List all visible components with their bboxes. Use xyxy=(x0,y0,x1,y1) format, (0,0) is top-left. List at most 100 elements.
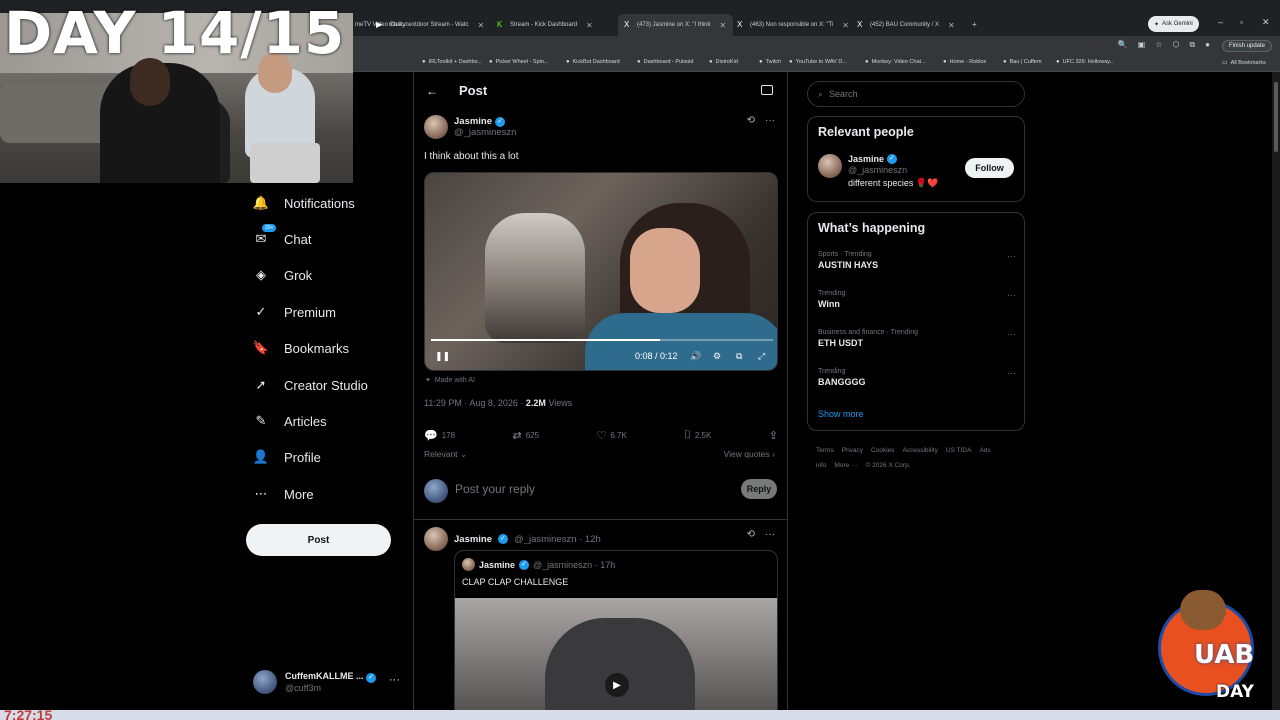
bookmark-item[interactable]: ● Twitch xyxy=(759,59,781,65)
back-arrow-icon[interactable]: ← xyxy=(426,84,438,98)
zoom-icon[interactable]: 🔍 xyxy=(1118,40,1128,50)
footer-link[interactable]: Accessibility xyxy=(903,447,938,454)
bookmark-item[interactable]: ● Monkey: Video Chat... xyxy=(865,59,926,65)
follow-button[interactable]: Follow xyxy=(965,158,1014,178)
bookmark-item[interactable]: ● Dashboard - Pulsoid xyxy=(637,59,693,65)
more-options-icon[interactable]: ··· xyxy=(1007,251,1016,261)
avatar[interactable] xyxy=(424,115,448,139)
reply-input[interactable]: Post your reply xyxy=(455,482,535,496)
bookmark-action[interactable]: ⌷ 2.5K xyxy=(684,429,711,442)
footer-link[interactable]: Cookies xyxy=(871,447,894,454)
reply-post-header[interactable]: Jasmine ✓ @_jasmineszn · 12h xyxy=(424,527,601,551)
bookmark-item[interactable]: ● Bau | Cuffem xyxy=(1003,59,1042,65)
trend-item[interactable]: Business and finance · Trending ETH USDT ·… xyxy=(818,329,1016,348)
footer-link[interactable]: Terms xyxy=(816,447,834,454)
show-more-link[interactable]: Show more xyxy=(818,409,864,419)
more-options-icon[interactable]: ··· xyxy=(1007,368,1016,378)
new-tab-button[interactable]: + xyxy=(972,16,980,34)
nav-item-premium[interactable]: ✓ Premium xyxy=(252,303,336,321)
close-tab-icon[interactable]: ✕ xyxy=(720,21,727,30)
footer-link[interactable]: More ··· xyxy=(834,462,857,469)
nav-item-profile[interactable]: 👤 Profile xyxy=(252,448,321,466)
close-tab-icon[interactable]: ✕ xyxy=(842,21,849,30)
share-action[interactable]: ⇪ xyxy=(769,429,778,442)
extension-icon[interactable]: ⬡ xyxy=(1172,40,1179,50)
scrollbar-thumb[interactable] xyxy=(1274,82,1278,152)
cast-icon[interactable]: ▣ xyxy=(1138,40,1146,50)
all-bookmarks[interactable]: ▭ All Bookmarks xyxy=(1222,59,1266,67)
star-icon[interactable]: ☆ xyxy=(1155,40,1162,50)
nav-item-chat[interactable]: ✉ 20+ Chat xyxy=(252,224,311,248)
nav-item-more[interactable]: ⋯ More xyxy=(252,485,314,503)
quoted-post[interactable]: Jasmine ✓ @_jasmineszn · 17h CLAP CLAP C… xyxy=(454,550,778,720)
pause-icon[interactable]: ❚❚ xyxy=(435,351,450,362)
grok-explain-icon[interactable]: ⟲ xyxy=(747,115,755,126)
nav-item-articles[interactable]: ✎ Articles xyxy=(252,412,327,430)
bookmark-item[interactable]: ● IRLToolkit + Dashbo... xyxy=(422,59,482,65)
footer-link[interactable]: Privacy xyxy=(842,447,863,454)
grok-explain-icon[interactable]: ⟲ xyxy=(747,529,755,540)
post-button[interactable]: Post xyxy=(246,524,391,556)
nav-item-notifications[interactable]: 🔔 Notifications xyxy=(252,194,355,212)
bookmark-item[interactable]: ● UFC 326: Holloway... xyxy=(1056,59,1114,65)
settings-gear-icon[interactable]: ⚙ xyxy=(713,351,721,362)
footer-link[interactable]: US TIDA xyxy=(946,447,972,454)
page-scrollbar[interactable] xyxy=(1272,72,1280,712)
author-name[interactable]: Jasmine xyxy=(454,116,492,127)
more-options-icon[interactable]: ··· xyxy=(389,674,400,686)
puzzle-icon[interactable]: ⧉ xyxy=(1189,40,1195,50)
reader-mode-icon[interactable] xyxy=(761,85,773,95)
close-tab-icon[interactable]: ✕ xyxy=(948,21,955,30)
trend-item[interactable]: Trending Winn ··· xyxy=(818,290,1016,309)
more-options-icon[interactable]: ··· xyxy=(765,529,775,540)
trend-item[interactable]: Sports · Trending AUSTIN HAYS ··· xyxy=(818,251,1016,270)
volume-icon[interactable]: 🔊 xyxy=(690,351,701,362)
footer-link[interactable]: © 2026 X Corp. xyxy=(866,462,911,469)
maximize-icon[interactable]: ▫ xyxy=(1240,17,1243,27)
post-timestamp[interactable]: 11:29 PM · Aug 8, 2026 · xyxy=(424,398,523,408)
video-player[interactable]: ❚❚ 0:08 / 0:12 🔊 ⚙ ⧉ ⤢ xyxy=(424,172,778,371)
nav-item-creator-studio[interactable]: ➚ Creator Studio xyxy=(252,376,368,394)
browser-tab[interactable]: X (473) Jasmine on X: "I think ✕ xyxy=(618,14,733,36)
bookmark-item[interactable]: ● KickBot Dashboard xyxy=(566,59,620,65)
close-window-icon[interactable]: ✕ xyxy=(1262,17,1270,28)
nav-item-bookmarks[interactable]: 🔖 Bookmarks xyxy=(252,339,349,357)
nav-item-grok[interactable]: ◈ Grok xyxy=(252,266,312,284)
picture-in-picture-icon[interactable]: ⧉ xyxy=(736,351,742,362)
reply-button[interactable]: Reply xyxy=(741,479,777,499)
browser-tab[interactable]: ▶ markynextdoor Stream - Watc ✕ xyxy=(376,16,491,34)
account-switcher[interactable]: CuffemKALLME ... ✓ @cuff3m ··· xyxy=(253,670,400,694)
avatar[interactable] xyxy=(818,154,842,178)
more-options-icon[interactable]: ··· xyxy=(765,115,775,126)
post-author[interactable]: Jasmine ✓ @_jasmineszn xyxy=(424,115,516,139)
video-progress-bar[interactable] xyxy=(431,339,773,341)
relevant-user[interactable]: Jasmine ✓ @_jasmineszn different species … xyxy=(818,154,938,189)
close-tab-icon[interactable]: ✕ xyxy=(477,21,484,30)
ask-gemini-button[interactable]: ✦ Ask Gemini xyxy=(1148,16,1199,32)
quote-video[interactable]: ▶ xyxy=(455,598,777,719)
trend-item[interactable]: Trending BANGGGG ··· xyxy=(818,368,1016,387)
profile-avatar-icon[interactable]: ● xyxy=(1205,40,1210,50)
fullscreen-icon[interactable]: ⤢ xyxy=(758,351,765,362)
browser-tab[interactable]: K Stream - Kick Dashboard ✕ xyxy=(497,16,612,34)
minimize-icon[interactable]: – xyxy=(1218,17,1223,27)
browser-tab[interactable]: X (463) Non responsible on X: "Ti ✕ xyxy=(737,16,852,34)
more-options-icon[interactable]: ··· xyxy=(1007,290,1016,300)
avatar[interactable] xyxy=(424,527,448,551)
like-action[interactable]: ♡ 6.7K xyxy=(596,429,626,442)
close-tab-icon[interactable]: ✕ xyxy=(586,21,593,30)
reply-action[interactable]: 💬 178 xyxy=(424,429,455,442)
reply-author-name[interactable]: Jasmine xyxy=(454,534,492,545)
play-icon[interactable]: ▶ xyxy=(605,673,629,697)
browser-tab[interactable]: X (452) BAU Community / X ✕ xyxy=(857,16,972,34)
author-handle[interactable]: @_jasmineszn xyxy=(454,127,516,138)
finish-update-button[interactable]: Finish update xyxy=(1221,40,1272,52)
bookmark-item[interactable]: ● DistroKid xyxy=(709,59,738,65)
bookmark-item[interactable]: ● Picker Wheel - Spin... xyxy=(489,59,549,65)
repost-action[interactable]: ⇄ 625 xyxy=(512,429,539,442)
bookmark-item[interactable]: ● Home - Roblox xyxy=(943,59,986,65)
view-quotes-link[interactable]: View quotes › xyxy=(724,449,775,459)
sort-replies-dropdown[interactable]: Relevant ⌄ xyxy=(424,449,467,460)
made-with-ai-label[interactable]: ✦ Made with AI xyxy=(425,376,475,385)
search-input[interactable]: ⌕ Search xyxy=(807,81,1025,107)
